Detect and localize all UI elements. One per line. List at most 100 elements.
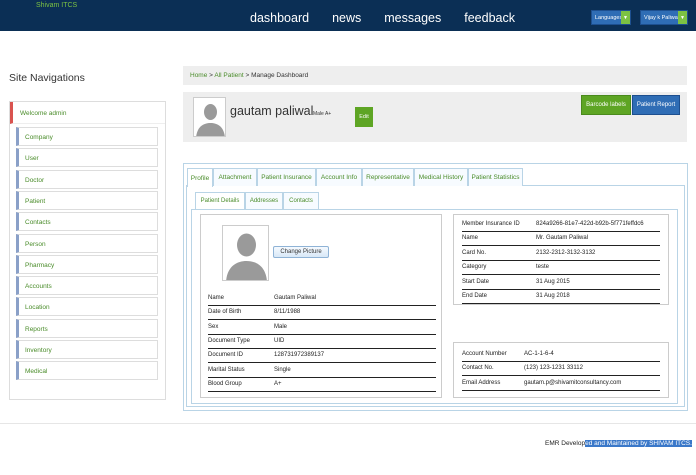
breadcrumb-separator: > (245, 72, 250, 79)
breadcrumb: Home > All Patient > Manage Dashboard (183, 66, 687, 85)
sidebar-item-user[interactable]: User (16, 148, 158, 168)
detail-row-label: Marital Status (208, 366, 245, 373)
account-row-label: Contact No. (462, 365, 494, 372)
sidebar-item-patient[interactable]: Patient (16, 190, 158, 210)
tab-profile[interactable]: Profile (187, 168, 213, 187)
account-row-value: (123) 123-1231 33112 (524, 365, 583, 372)
sidebar-item-reports[interactable]: Reports (16, 318, 158, 338)
detail-row-label: Document Type (208, 337, 250, 344)
insurance-row-label: Card No. (462, 249, 487, 256)
user-name-label: Vijay k Paliwal (644, 14, 680, 21)
tab-attachment[interactable]: Attachment (213, 168, 257, 186)
breadcrumb-separator: > (209, 72, 213, 79)
change-picture-button[interactable]: Change Picture (273, 246, 329, 258)
insurance-row: End Date 31 Aug 2018 (462, 290, 660, 304)
sidebar-item-person[interactable]: Person (16, 233, 158, 253)
nav-feedback[interactable]: feedback (464, 11, 515, 25)
insurance-row-value: 31 Aug 2018 (536, 293, 570, 299)
detail-row-label: Name (208, 295, 225, 301)
chevron-down-icon: ▼ (621, 11, 630, 24)
tab-account-info[interactable]: Account Info (316, 168, 362, 186)
languages-label: Languages (595, 14, 623, 21)
sidebar-item-company[interactable]: Company (16, 127, 158, 146)
breadcrumb-all-patient[interactable]: All Patient (214, 72, 243, 79)
detail-row: Date of Birth 8/11/1988 (208, 306, 436, 321)
footer-text: EMR Developed and Maintained by SHIVAM I… (545, 440, 692, 447)
footer-highlight: ed and Maintained by SHIVAM ITCS. (585, 440, 692, 447)
user-menu-dropdown[interactable]: Vijay k Paliwal ▼ (640, 10, 688, 25)
languages-dropdown[interactable]: Languages ▼ (591, 10, 631, 25)
chevron-down-icon: ▼ (678, 11, 687, 24)
account-row-value: AC-1-1-6-4 (524, 351, 554, 357)
insurance-row-label: Name (462, 235, 479, 242)
sidebar-item-location[interactable]: Location (16, 297, 158, 317)
patient-photo (222, 225, 269, 281)
account-row-label: Account Number (462, 351, 507, 357)
tab-representative[interactable]: Representative (362, 168, 414, 186)
insurance-row-label: End Date (462, 293, 488, 299)
insurance-row-value: 2132-2312-3132-3132 (536, 249, 596, 256)
insurance-row-label: Start Date (462, 278, 490, 285)
detail-row: Sex Male (208, 321, 436, 335)
detail-row-label: Document ID (208, 352, 244, 359)
tab-patient-insurance[interactable]: Patient Insurance (257, 168, 316, 186)
insurance-row-value: teste (536, 264, 550, 271)
detail-row-label: Sex (208, 323, 219, 330)
footer-prefix: EMR Develop (545, 440, 586, 447)
detail-row-value: 8/11/1988 (274, 309, 301, 316)
sidebar-item-pharmacy[interactable]: Pharmacy (16, 254, 158, 274)
main-nav: dashboard news messages feedback (250, 11, 538, 25)
account-row: Account Number AC-1-1-6-4 (462, 348, 660, 362)
detail-row-value: Single (274, 366, 291, 373)
person-silhouette-icon (194, 98, 225, 136)
insurance-row-value: 31 Aug 2015 (536, 278, 570, 285)
insurance-row-value: 824a9266-81e7-422d-b92b-5f771feffdc6 (536, 221, 644, 227)
sidebar-item-accounts[interactable]: Accounts (16, 276, 158, 296)
insurance-row: Name Mr. Gautam Paliwal (462, 232, 660, 247)
patient-name: gautam paliwal (230, 104, 314, 118)
insurance-row: Card No. 2132-2312-3132-3132 (462, 247, 660, 261)
sidebar-item-contacts[interactable]: Contacts (16, 212, 158, 232)
breadcrumb-home[interactable]: Home (190, 72, 207, 79)
insurance-row: Member Insurance ID 824a9266-81e7-422d-b9… (462, 218, 660, 232)
sidebar-title: Site Navigations (9, 72, 85, 84)
insurance-row-value: Mr. Gautam Paliwal (536, 235, 589, 242)
sidebar-item-medical[interactable]: Medical (16, 361, 158, 381)
account-row-label: Email Address (462, 379, 501, 386)
nav-dashboard[interactable]: dashboard (250, 11, 309, 25)
subtab-patient-details[interactable]: Patient Details (195, 192, 245, 209)
detail-row: Blood Group A+ (208, 378, 436, 392)
account-row: Contact No. (123) 123-1231 33112 (462, 362, 660, 377)
subtab-addresses[interactable]: Addresses (245, 192, 283, 209)
breadcrumb-current: Manage Dashboard (251, 72, 309, 79)
detail-row-value: 128731972389137 (274, 352, 325, 359)
detail-row-label: Date of Birth (208, 309, 242, 316)
subtab-contacts[interactable]: Contacts (283, 192, 319, 209)
insurance-row-label: Member Insurance ID (462, 221, 520, 227)
sidebar-item-doctor[interactable]: Doctor (16, 169, 158, 189)
detail-row: Document ID 128731972389137 (208, 349, 436, 364)
tab-medical-history[interactable]: Medical History (414, 168, 468, 186)
person-silhouette-icon (223, 226, 268, 280)
detail-row-value: UID (274, 337, 285, 344)
brand-logo[interactable]: Shivam ITCS (36, 2, 77, 9)
sidebar-item-inventory[interactable]: Inventory (16, 340, 158, 359)
detail-row: Name Gautam Paliwal (208, 292, 436, 306)
patient-report-button[interactable]: Patient Report (632, 95, 680, 115)
insurance-row-label: Category (462, 264, 487, 271)
detail-row-label: Blood Group (208, 380, 242, 387)
barcode-labels-button[interactable]: Barcode labels (581, 95, 631, 115)
detail-row-value: Gautam Paliwal (274, 295, 317, 301)
nav-news[interactable]: news (332, 11, 361, 25)
tab-patient-statistics[interactable]: Patient Statistics (468, 168, 523, 186)
edit-button[interactable]: Edit (355, 107, 373, 127)
detail-row-value: Male (274, 323, 288, 330)
patient-sex-blood: Male A+ (313, 111, 332, 117)
patient-avatar (193, 97, 226, 137)
account-row-value: gautam.p@shivamitconsultancy.com (524, 379, 622, 386)
welcome-message[interactable]: Welcome admin (10, 102, 165, 124)
account-row: Email Address gautam.p@shivamitconsultanc… (462, 377, 660, 391)
detail-row-value: A+ (274, 380, 282, 387)
insurance-row: Start Date 31 Aug 2015 (462, 276, 660, 290)
nav-messages[interactable]: messages (384, 11, 441, 25)
